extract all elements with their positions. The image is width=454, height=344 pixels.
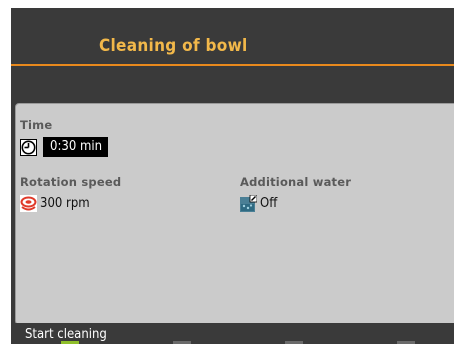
- time-label: Time: [20, 118, 53, 132]
- additional-water-value: Off: [260, 196, 278, 211]
- header-gap: [11, 66, 454, 106]
- water-icon: [240, 194, 258, 212]
- rotation-speed-value: 300 rpm: [40, 196, 90, 211]
- page-title: Cleaning of bowl: [99, 36, 248, 56]
- header-bar: Cleaning of bowl: [11, 8, 454, 64]
- rotation-speed-setting[interactable]: 300 rpm: [20, 195, 90, 212]
- additional-water-label: Additional water: [240, 175, 352, 189]
- additional-water-setting[interactable]: Off: [240, 194, 278, 212]
- time-value[interactable]: 0:30 min: [43, 137, 109, 157]
- time-setting[interactable]: 0:30 min: [20, 137, 109, 157]
- rotation-speed-label: Rotation speed: [20, 175, 122, 189]
- settings-panel: Time 0:30 min Rotation speed 300 rpm Add…: [15, 103, 454, 325]
- rotation-icon: [20, 195, 37, 212]
- start-cleaning-button[interactable]: Start cleaning: [25, 327, 107, 342]
- device-screen: Cleaning of bowl Time 0:30 min Rotation …: [11, 8, 454, 344]
- clock-icon: [20, 138, 37, 156]
